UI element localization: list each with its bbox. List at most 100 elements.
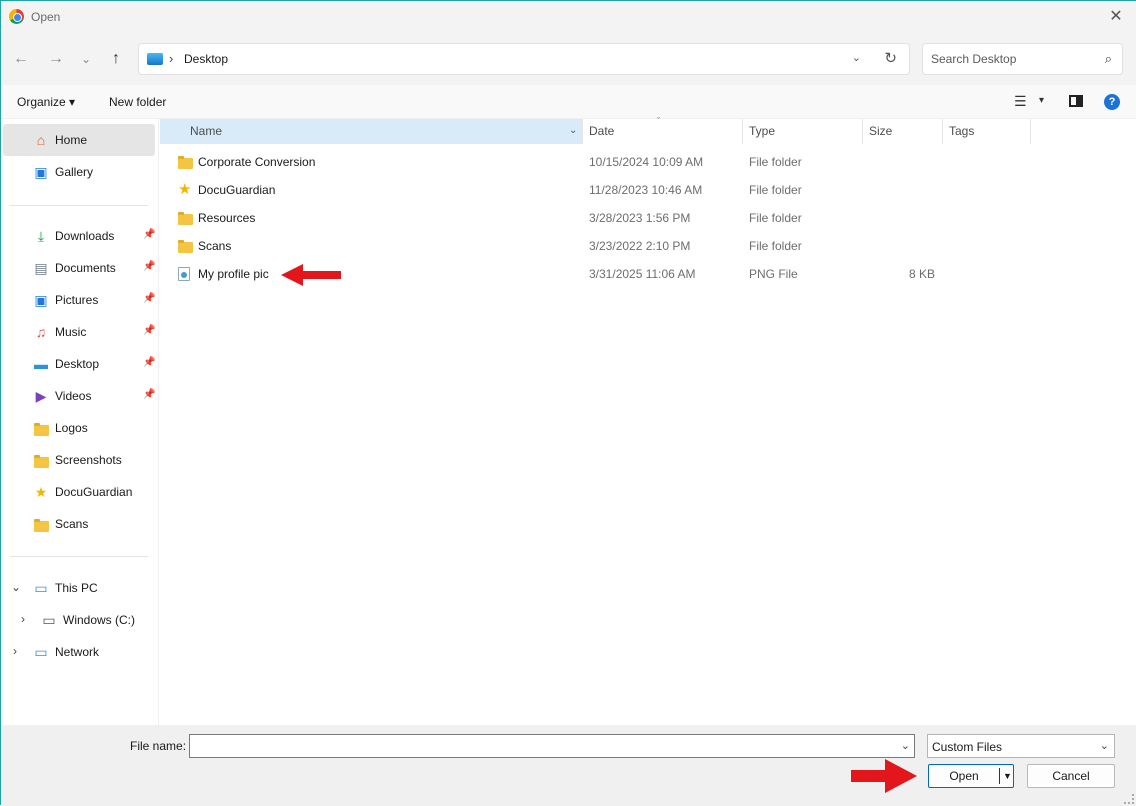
file-row-resources[interactable]: Resources 3/28/2023 1:56 PM File folder xyxy=(160,204,960,232)
view-options-caret[interactable]: ▾ xyxy=(1039,95,1044,106)
sidebar-item-this-pc[interactable]: ⌄ ▭ This PC xyxy=(3,572,155,604)
column-header-date[interactable]: Date xyxy=(583,119,743,144)
up-button[interactable]: ↑ xyxy=(105,47,127,71)
file-type: File folder xyxy=(749,239,802,253)
column-header-name[interactable]: Name xyxy=(160,119,583,144)
pin-icon: 📌 xyxy=(143,261,156,272)
sidebar-item-logos[interactable]: Logos xyxy=(3,412,155,444)
search-icon[interactable]: ⌕ xyxy=(1105,51,1112,67)
refresh-icon[interactable]: ↻ xyxy=(884,49,897,67)
sidebar-item-downloads[interactable]: ⤓ Downloads 📌 xyxy=(3,220,156,252)
star-icon: ★ xyxy=(178,181,192,198)
network-icon: ▭ xyxy=(34,644,48,660)
pictures-icon: ▣ xyxy=(34,292,48,308)
column-header-tags[interactable]: Tags xyxy=(943,119,1031,144)
view-options-icon[interactable]: ☰ xyxy=(1014,93,1027,110)
new-folder-button[interactable]: New folder xyxy=(109,95,166,109)
file-name: DocuGuardian xyxy=(198,183,276,197)
address-bar[interactable]: › Desktop ⌄ ↻ xyxy=(138,43,910,75)
file-type-filter-value: Custom Files xyxy=(932,740,1003,754)
recent-locations-button[interactable]: ⌄ xyxy=(75,47,97,71)
sidebar-item-pictures[interactable]: ▣ Pictures 📌 xyxy=(3,284,155,316)
column-header-type[interactable]: Type xyxy=(743,119,863,144)
sidebar-item-network[interactable]: › ▭ Network xyxy=(3,636,155,668)
sidebar-item-label: Music xyxy=(55,325,87,339)
cancel-button[interactable]: Cancel xyxy=(1027,764,1115,788)
sidebar-item-music[interactable]: ♫ Music 📌 xyxy=(3,316,156,348)
file-list: Name ⌄ Date ˇ Type Size Tags Corporate C… xyxy=(160,116,1136,725)
chevron-down-icon[interactable]: ⌄ xyxy=(11,580,21,594)
organize-button[interactable]: Organize ▾ xyxy=(17,95,75,109)
annotation-arrow-left xyxy=(281,264,341,286)
chevron-right-icon[interactable]: › xyxy=(13,644,17,658)
close-button[interactable]: ✕ xyxy=(1104,6,1128,28)
help-icon[interactable]: ? xyxy=(1104,94,1120,110)
file-date: 3/23/2022 2:10 PM xyxy=(589,239,691,253)
sidebar-item-screenshots[interactable]: Screenshots xyxy=(3,444,155,476)
folder-icon xyxy=(33,516,49,532)
chevron-down-icon[interactable]: ⌄ xyxy=(569,125,577,136)
file-row-my-profile-pic[interactable]: My profile pic 3/31/2025 11:06 AM PNG Fi… xyxy=(160,260,960,288)
forward-button[interactable]: → xyxy=(45,47,67,71)
annotation-arrow-right xyxy=(851,759,917,793)
sidebar-item-gallery[interactable]: ▣ Gallery xyxy=(3,156,155,188)
chevron-right-icon[interactable]: › xyxy=(21,612,25,626)
file-type-filter[interactable]: Custom Files ⌄ xyxy=(927,734,1115,758)
computer-icon: ▭ xyxy=(34,580,48,596)
folder-icon xyxy=(178,239,193,253)
videos-icon: ▶ xyxy=(35,388,47,404)
chevron-down-icon[interactable]: ⌄ xyxy=(852,51,861,64)
sidebar-item-windows-c[interactable]: › ▭ Windows (C:) xyxy=(3,604,155,636)
pin-icon: 📌 xyxy=(143,389,156,400)
sidebar-divider xyxy=(10,205,148,206)
file-name-input[interactable] xyxy=(194,738,884,754)
open-options-caret[interactable]: ▼ xyxy=(1003,765,1012,787)
back-button[interactable]: ← xyxy=(10,47,32,71)
folder-icon xyxy=(178,155,193,169)
sidebar-item-docuguardian[interactable]: ★ DocuGuardian xyxy=(3,476,155,508)
file-row-corporate-conversion[interactable]: Corporate Conversion 10/15/2024 10:09 AM… xyxy=(160,148,960,176)
file-type: File folder xyxy=(749,155,802,169)
sidebar-item-scans[interactable]: Scans xyxy=(3,508,155,540)
sidebar-divider xyxy=(10,556,148,557)
sidebar-item-label: Pictures xyxy=(55,293,99,307)
sidebar-item-label: This PC xyxy=(55,581,98,595)
sidebar-item-home[interactable]: ⌂ Home xyxy=(3,124,155,156)
file-name: Corporate Conversion xyxy=(198,155,316,169)
file-row-docuguardian[interactable]: ★ DocuGuardian 11/28/2023 10:46 AM File … xyxy=(160,176,960,204)
pin-icon: 📌 xyxy=(143,293,156,304)
sidebar-item-label: Gallery xyxy=(55,165,94,179)
search-input[interactable] xyxy=(929,50,1094,68)
chevron-down-icon[interactable]: ⌄ xyxy=(901,739,910,752)
file-type: File folder xyxy=(749,211,802,225)
sidebar-item-label: Scans xyxy=(55,517,89,531)
open-file-dialog: Open ✕ ← → ⌄ ↑ › Desktop ⌄ ↻ ⌕ Organize … xyxy=(0,0,1136,806)
sidebar-item-label: Screenshots xyxy=(55,453,122,467)
file-name: Resources xyxy=(198,211,256,225)
resize-grip[interactable] xyxy=(1124,794,1134,804)
sidebar-item-label: Videos xyxy=(55,389,92,403)
sidebar-item-label: Documents xyxy=(55,261,116,275)
documents-icon: ▤ xyxy=(34,260,48,276)
preview-pane-icon[interactable] xyxy=(1069,95,1083,107)
sidebar-item-label: Downloads xyxy=(55,229,115,243)
file-date: 3/28/2023 1:56 PM xyxy=(589,211,691,225)
pin-icon: 📌 xyxy=(143,357,156,368)
sidebar-item-documents[interactable]: ▤ Documents 📌 xyxy=(3,252,155,284)
chevron-down-icon[interactable]: ⌄ xyxy=(1100,739,1109,752)
gallery-icon: ▣ xyxy=(34,164,48,180)
sidebar-item-desktop[interactable]: ▬ Desktop 📌 xyxy=(3,348,155,380)
sidebar-item-label: Home xyxy=(55,133,88,147)
open-button-label: Open xyxy=(949,769,979,783)
breadcrumb-desktop[interactable]: Desktop xyxy=(184,52,228,66)
sidebar-item-videos[interactable]: ▶ Videos 📌 xyxy=(3,380,156,412)
folder-icon xyxy=(178,211,193,225)
dialog-footer: File name: ⌄ Custom Files ⌄ Open ▼ Cance… xyxy=(1,725,1136,806)
column-header-size[interactable]: Size xyxy=(863,119,943,144)
sidebar-item-label: Network xyxy=(55,645,100,659)
file-type: File folder xyxy=(749,183,802,197)
file-row-scans[interactable]: Scans 3/23/2022 2:10 PM File folder xyxy=(160,232,960,260)
open-button[interactable]: Open ▼ xyxy=(928,764,1014,788)
pin-icon: 📌 xyxy=(143,325,156,336)
title-bar: Open ✕ xyxy=(1,1,1136,33)
